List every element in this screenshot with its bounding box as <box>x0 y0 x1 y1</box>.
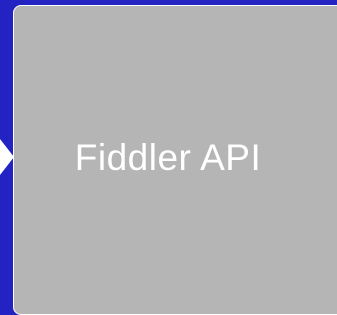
fiddler-api-label: Fiddler API <box>74 136 262 178</box>
fiddler-api-node: Fiddler API <box>13 5 337 315</box>
incoming-arrow-head <box>0 139 14 175</box>
